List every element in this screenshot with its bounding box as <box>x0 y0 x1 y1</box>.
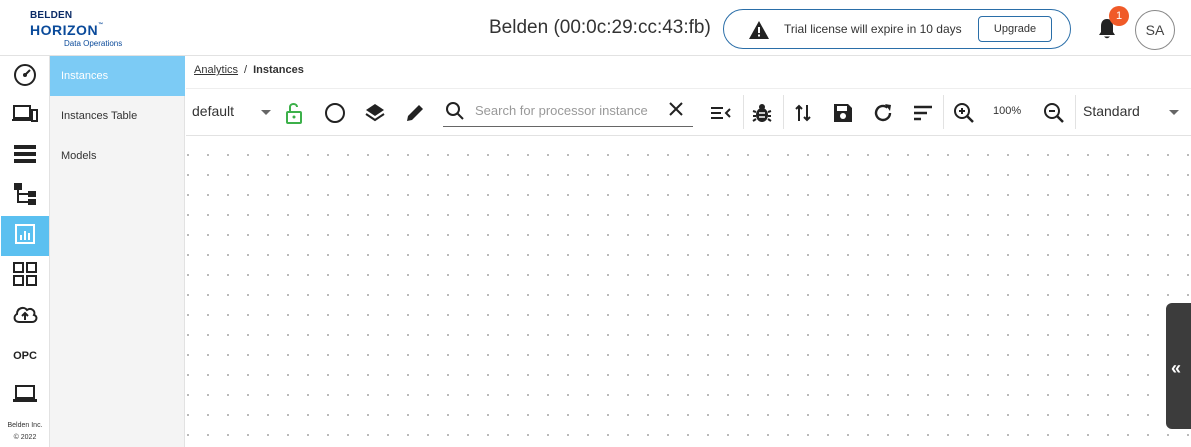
submenu-item-instances-table[interactable]: Instances Table <box>50 96 185 136</box>
zoom-in-icon[interactable] <box>952 101 976 125</box>
copyright: Belden Inc. © 2022 <box>7 422 43 441</box>
breadcrumb-analytics-link[interactable]: Analytics <box>194 64 238 76</box>
logo-line1: BELDEN <box>30 10 73 21</box>
toolbar-divider <box>943 95 944 129</box>
logo-line3: Data Operations <box>64 39 123 48</box>
pencil-icon[interactable] <box>403 101 427 125</box>
device-title: Belden (00:0c:29:cc:43:fb) <box>489 17 711 38</box>
rail-opc-label: OPC <box>13 350 37 362</box>
rail-item-opc[interactable]: OPC <box>0 336 50 376</box>
toolbar-divider <box>783 95 784 129</box>
processor-search <box>443 97 693 127</box>
zoom-level: 100% <box>993 105 1022 117</box>
model-select[interactable]: default <box>192 103 234 119</box>
warning-icon <box>748 20 770 45</box>
double-chevron-left-icon: « <box>1171 358 1182 378</box>
belden-horizon-logo[interactable]: BELDEN HORIZON™ Data Operations <box>30 10 130 48</box>
rail-item-list[interactable] <box>0 136 50 176</box>
app-root: BELDEN HORIZON™ Data Operations Belden (… <box>0 0 1191 447</box>
breadcrumb-separator: / <box>244 64 248 76</box>
sort-arrows-icon[interactable] <box>791 101 815 125</box>
layers-icon[interactable] <box>363 101 387 125</box>
toolbar-divider <box>1075 95 1076 129</box>
analytics-icon <box>15 223 35 249</box>
speedometer-icon <box>13 62 37 91</box>
zoom-out-icon[interactable] <box>1042 101 1066 125</box>
lock-open-icon[interactable] <box>282 101 306 125</box>
submenu-item-instances[interactable]: Instances <box>50 56 185 96</box>
license-message: Trial license will expire in 10 days <box>784 22 962 36</box>
chevron-down-icon[interactable] <box>261 110 271 115</box>
refresh-icon[interactable] <box>871 101 895 125</box>
logo-line2: HORIZON™ <box>30 22 104 38</box>
processor-search-input[interactable] <box>475 103 655 118</box>
hierarchy-icon <box>14 182 36 210</box>
rail-item-analytics[interactable] <box>1 216 49 256</box>
analytics-submenu: Instances Instances Table Models <box>50 56 185 447</box>
submenu-item-models[interactable]: Models <box>50 136 185 176</box>
apps-grid-icon <box>13 261 37 291</box>
rail-item-cloud[interactable] <box>0 296 50 336</box>
bug-icon[interactable] <box>750 101 774 125</box>
rail-item-hierarchy[interactable] <box>0 176 50 216</box>
avatar[interactable]: SA <box>1135 10 1175 50</box>
chevron-down-icon[interactable] <box>1169 110 1179 115</box>
save-icon[interactable] <box>831 101 855 125</box>
list-icon <box>14 144 36 169</box>
toolbar-divider <box>743 95 744 129</box>
header: BELDEN HORIZON™ Data Operations Belden (… <box>0 0 1191 56</box>
breadcrumb-current: Instances <box>253 64 304 76</box>
instances-canvas[interactable] <box>186 137 1191 447</box>
side-panel-toggle[interactable]: « <box>1166 303 1191 429</box>
cloud-upload-icon <box>12 304 38 329</box>
breadcrumb: Analytics / Instances <box>194 64 304 76</box>
rail-item-laptop[interactable] <box>0 376 50 416</box>
laptop-icon <box>13 384 37 408</box>
upgrade-button[interactable]: Upgrade <box>978 16 1052 42</box>
canvas-toolbar: default Search for processor instance 10… <box>186 88 1191 136</box>
icon-rail: OPC Belden Inc. © 2022 <box>0 56 50 447</box>
sort-lines-icon[interactable] <box>911 101 935 125</box>
view-mode-select[interactable]: Standard <box>1083 103 1140 119</box>
notification-badge[interactable]: 1 <box>1109 6 1129 26</box>
collapse-list-icon[interactable] <box>709 101 733 125</box>
license-banner: Trial license will expire in 10 days Upg… <box>723 9 1071 49</box>
rail-item-apps[interactable] <box>0 256 50 296</box>
close-icon[interactable] <box>667 100 685 123</box>
devices-icon <box>12 103 38 130</box>
search-icon <box>445 101 465 126</box>
rail-item-devices[interactable] <box>0 96 50 136</box>
rail-item-dashboard[interactable] <box>0 56 50 96</box>
circle-icon[interactable] <box>323 101 347 125</box>
